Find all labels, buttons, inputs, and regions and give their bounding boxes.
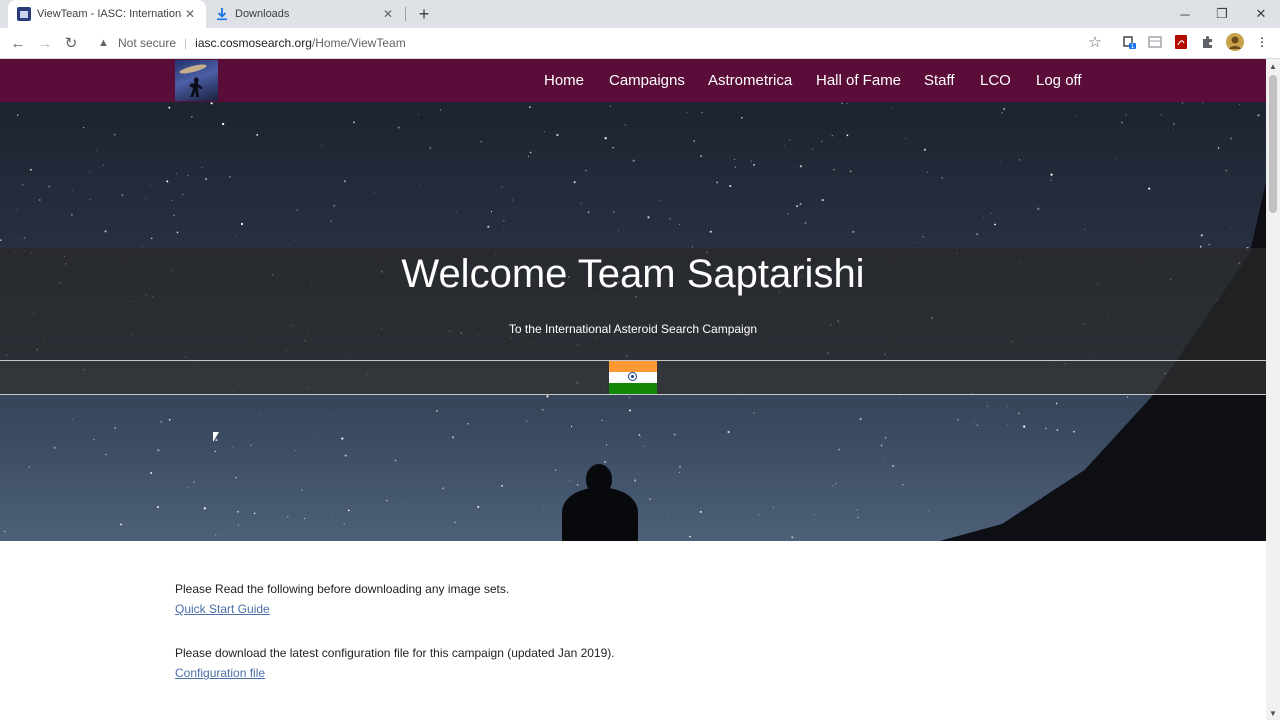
- nav-home[interactable]: Home: [544, 59, 584, 102]
- close-window-button[interactable]: ✕: [1242, 0, 1280, 28]
- security-label[interactable]: Not secure: [118, 36, 176, 50]
- new-tab-button[interactable]: +: [414, 4, 434, 24]
- forward-icon[interactable]: →: [35, 33, 55, 53]
- tab-divider: [405, 7, 406, 21]
- tab-title: ViewTeam - IASC: International A: [37, 8, 182, 20]
- site-navbar: Home Campaigns Astrometrica Hall of Fame…: [0, 59, 1266, 102]
- nav-astrometrica[interactable]: Astrometrica: [708, 59, 792, 102]
- person-body: [562, 488, 638, 541]
- url-path: /Home/ViewTeam: [311, 36, 406, 50]
- scroll-down-icon[interactable]: ▼: [1266, 706, 1280, 720]
- tab-viewteam[interactable]: ViewTeam - IASC: International A ✕: [8, 0, 206, 28]
- config-instructions: Please download the latest configuration…: [175, 646, 615, 660]
- logo-streak: [178, 62, 208, 76]
- tab-title: Downloads: [235, 8, 290, 20]
- page-content: Please Read the following before downloa…: [175, 579, 615, 683]
- nav-hall-of-fame[interactable]: Hall of Fame: [816, 59, 901, 102]
- page-viewport: Home Campaigns Astrometrica Hall of Fame…: [0, 59, 1266, 720]
- person-silhouette: [562, 464, 638, 541]
- site-favicon-icon: [17, 7, 31, 21]
- configuration-file-link[interactable]: Configuration file: [175, 666, 265, 680]
- extension-shield-icon[interactable]: 1: [1121, 34, 1137, 50]
- welcome-subtitle: To the International Asteroid Search Cam…: [508, 322, 758, 336]
- tab-close-icon[interactable]: ✕: [380, 6, 396, 22]
- read-instructions: Please Read the following before downloa…: [175, 582, 510, 596]
- profile-avatar-icon[interactable]: [1225, 32, 1245, 52]
- maximize-button[interactable]: ❐: [1203, 0, 1241, 28]
- tab-downloads[interactable]: Downloads ✕: [206, 0, 404, 28]
- puzzle-extensions-icon[interactable]: [1200, 34, 1216, 50]
- address-divider: |: [184, 36, 188, 50]
- mouse-cursor-icon: [213, 432, 219, 442]
- warning-icon[interactable]: ▲: [98, 37, 112, 49]
- flag-chakra-icon: [628, 372, 637, 381]
- hero-banner: Welcome Team Saptarishi To the Internati…: [0, 102, 1266, 541]
- quick-start-guide-link[interactable]: Quick Start Guide: [175, 602, 270, 616]
- browser-toolbar: ← → ↻ ▲ Not secure | iasc.cosmosearch.or…: [0, 28, 1280, 59]
- back-icon[interactable]: ←: [8, 33, 28, 53]
- logo-figure: [189, 77, 203, 97]
- scroll-up-icon[interactable]: ▲: [1266, 59, 1280, 73]
- extension-grid-icon[interactable]: [1147, 34, 1163, 50]
- flag-green-stripe: [609, 383, 657, 394]
- bookmark-star-icon[interactable]: ☆: [1086, 33, 1104, 51]
- page-scrollbar[interactable]: ▲ ▼: [1266, 59, 1280, 720]
- reload-icon[interactable]: ↻: [61, 33, 81, 53]
- address-bar[interactable]: ▲ Not secure | iasc.cosmosearch.org/Home…: [90, 31, 1114, 55]
- scroll-thumb[interactable]: [1269, 75, 1277, 213]
- nav-staff[interactable]: Staff: [924, 59, 955, 102]
- flag-saffron-stripe: [609, 361, 657, 372]
- url-host: iasc.cosmosearch.org: [195, 36, 312, 50]
- pdf-extension-icon[interactable]: [1173, 34, 1189, 50]
- download-icon: [215, 7, 229, 21]
- browser-tabstrip: ViewTeam - IASC: International A ✕ Downl…: [0, 0, 1280, 28]
- browser-menu-icon[interactable]: ⋮: [1254, 34, 1270, 50]
- welcome-title: Welcome Team Saptarishi: [401, 252, 865, 296]
- india-flag: [609, 361, 657, 394]
- minimize-button[interactable]: ─: [1166, 0, 1204, 28]
- nav-log-off[interactable]: Log off: [1036, 59, 1082, 102]
- nav-campaigns[interactable]: Campaigns: [609, 59, 685, 102]
- nav-lco[interactable]: LCO: [980, 59, 1011, 102]
- site-logo[interactable]: [175, 60, 218, 101]
- tab-close-icon[interactable]: ✕: [182, 6, 198, 22]
